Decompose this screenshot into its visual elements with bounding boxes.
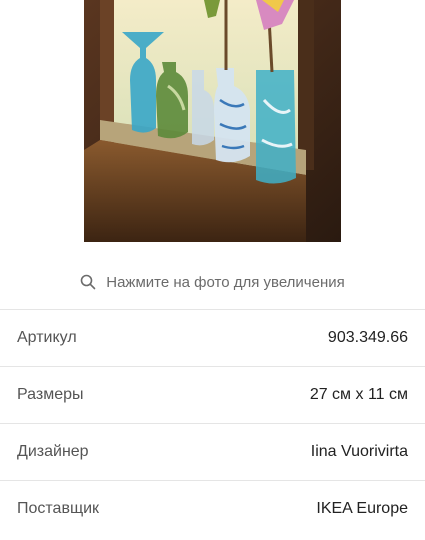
spec-value: Iina Vuorivirta xyxy=(310,443,408,460)
spec-value: 27 см x 11 см xyxy=(309,386,408,403)
spec-row-designer: Дизайнер Iina Vuorivirta xyxy=(0,423,425,480)
spec-row-dimensions: Размеры 27 см x 11 см xyxy=(0,366,425,423)
spec-row-article: Артикул 903.349.66 xyxy=(0,309,425,366)
product-specs: Артикул 903.349.66 Размеры 27 см x 11 см… xyxy=(0,309,425,537)
product-image[interactable] xyxy=(84,0,341,242)
spec-value: IKEA Europe xyxy=(316,500,408,517)
spec-value: 903.349.66 xyxy=(327,329,408,346)
search-icon xyxy=(80,274,96,290)
spec-label: Артикул xyxy=(17,329,77,346)
zoom-hint-text: Нажмите на фото для увеличения xyxy=(106,273,345,291)
spec-label: Размеры xyxy=(17,386,84,403)
spec-row-supplier: Поставщик IKEA Europe xyxy=(0,480,425,537)
spec-label: Дизайнер xyxy=(17,443,89,460)
spec-label: Поставщик xyxy=(17,500,100,517)
vases-photo xyxy=(84,0,341,242)
zoom-hint[interactable]: Нажмите на фото для увеличения xyxy=(0,270,425,294)
